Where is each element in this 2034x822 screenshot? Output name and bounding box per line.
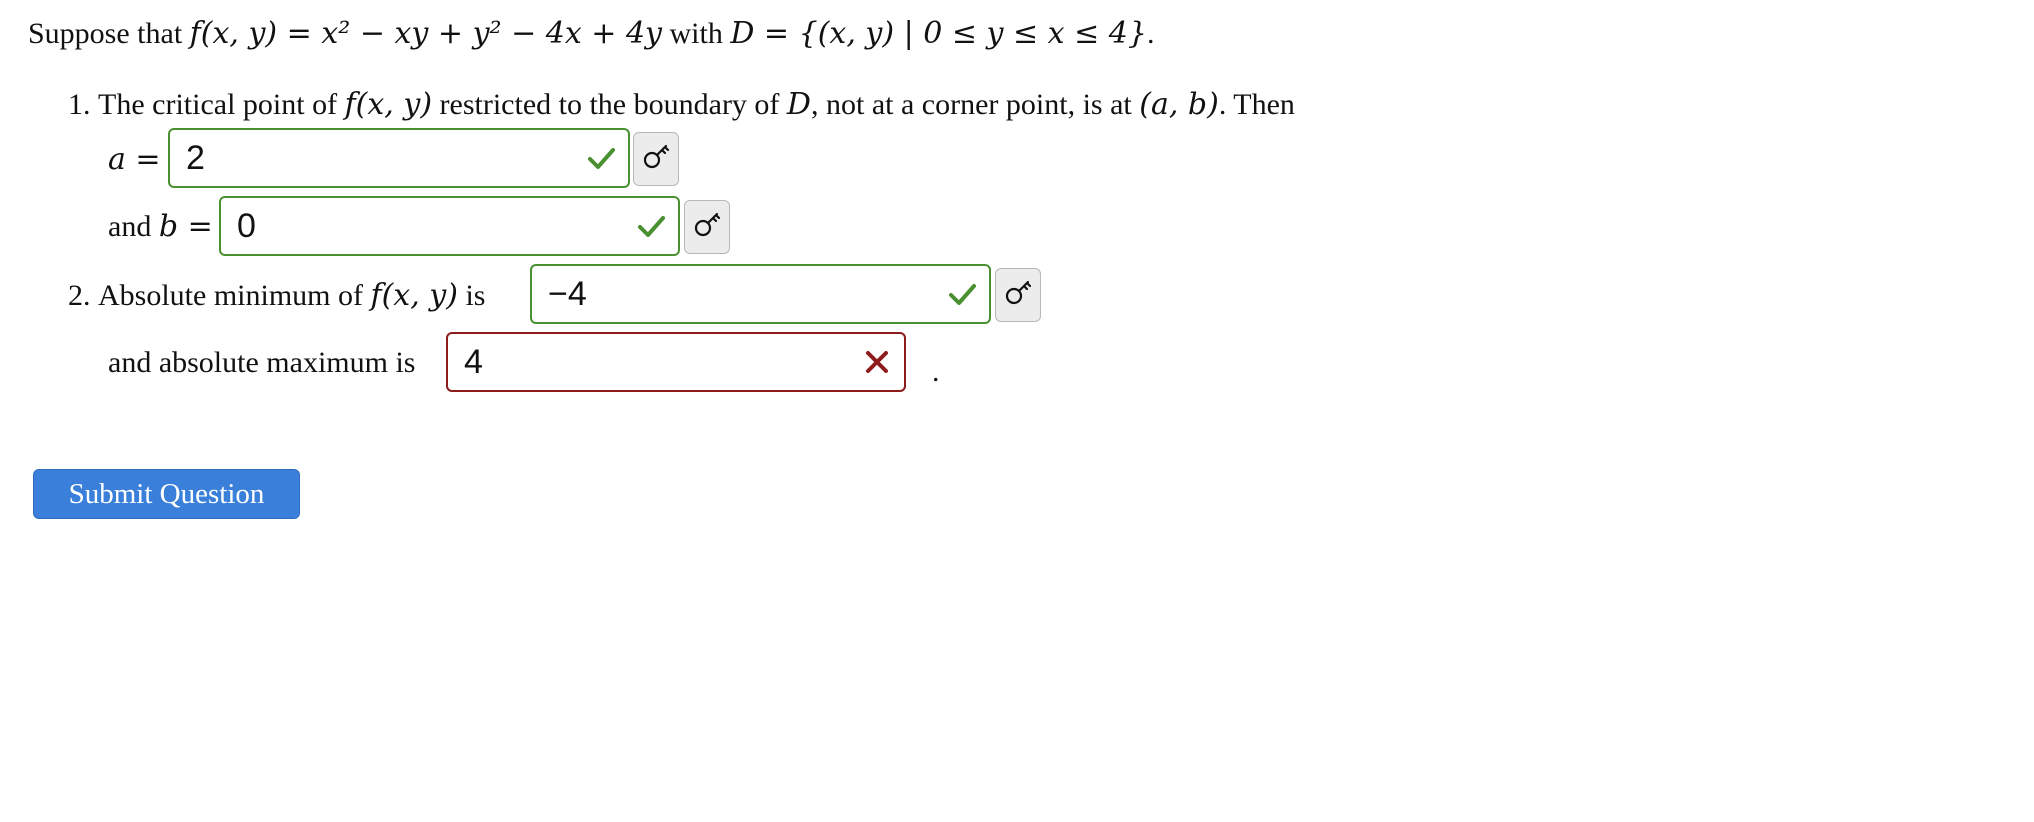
max-answer-value: 4 <box>464 342 483 381</box>
part1-domain: D <box>786 87 811 122</box>
key-icon <box>692 210 722 245</box>
part1-number: 1. <box>68 88 91 121</box>
b-prefix: and <box>108 210 152 243</box>
part2-number: 2. <box>68 279 91 312</box>
part2-is-text: is <box>465 279 486 312</box>
submit-question-button[interactable]: Submit Question <box>33 469 300 519</box>
part2-min-label: Absolute minimum of <box>98 279 363 312</box>
b-label-text: b = <box>158 209 213 244</box>
key-icon <box>1003 278 1033 313</box>
intro-text: Suppose that <box>28 17 183 50</box>
function-expression: f(x, y) = x² − xy + y² − 4x + 4y <box>189 16 662 51</box>
problem-statement: Suppose that f(x, y) = x² − xy + y² − 4x… <box>28 14 1154 54</box>
checkmark-icon <box>634 209 668 243</box>
trailing-period: . <box>932 355 940 388</box>
a-key-button[interactable] <box>633 132 679 186</box>
end-period: . <box>1146 17 1155 50</box>
b-label: and b = <box>108 207 213 247</box>
part1-text-a: The critical point of <box>98 88 338 121</box>
part2-max-label: and absolute maximum is <box>108 346 416 379</box>
max-answer-field[interactable]: 4 <box>446 332 906 392</box>
min-answer-value: −4 <box>548 274 587 313</box>
key-icon <box>641 142 671 177</box>
part1-text-b: restricted to the boundary of <box>439 88 780 121</box>
part1-text-d: . Then <box>1218 88 1295 121</box>
a-answer-value: 2 <box>186 138 205 177</box>
with-text: with <box>669 17 723 50</box>
min-answer-field[interactable]: −4 <box>530 264 991 324</box>
checkmark-icon <box>945 277 979 311</box>
part2-func: f(x, y) <box>370 278 458 313</box>
part1-text-c: , not at a corner point, is at <box>810 88 1132 121</box>
b-answer-value: 0 <box>237 206 256 245</box>
b-answer-field[interactable]: 0 <box>219 196 680 256</box>
domain-expression: D = {(x, y) | 0 ≤ y ≤ x ≤ 4} <box>730 16 1147 51</box>
x-mark-icon <box>860 345 894 379</box>
a-answer-field[interactable]: 2 <box>168 128 630 188</box>
checkmark-icon <box>584 141 618 175</box>
part1-point: (a, b) <box>1139 87 1219 122</box>
b-key-button[interactable] <box>684 200 730 254</box>
min-key-button[interactable] <box>995 268 1041 322</box>
part1-func: f(x, y) <box>344 87 433 122</box>
part1-question: 1. The critical point of f(x, y) restric… <box>68 85 1295 125</box>
part2-min-question: 2. Absolute minimum of f(x, y) is <box>68 276 485 316</box>
a-label: a = <box>108 142 161 177</box>
